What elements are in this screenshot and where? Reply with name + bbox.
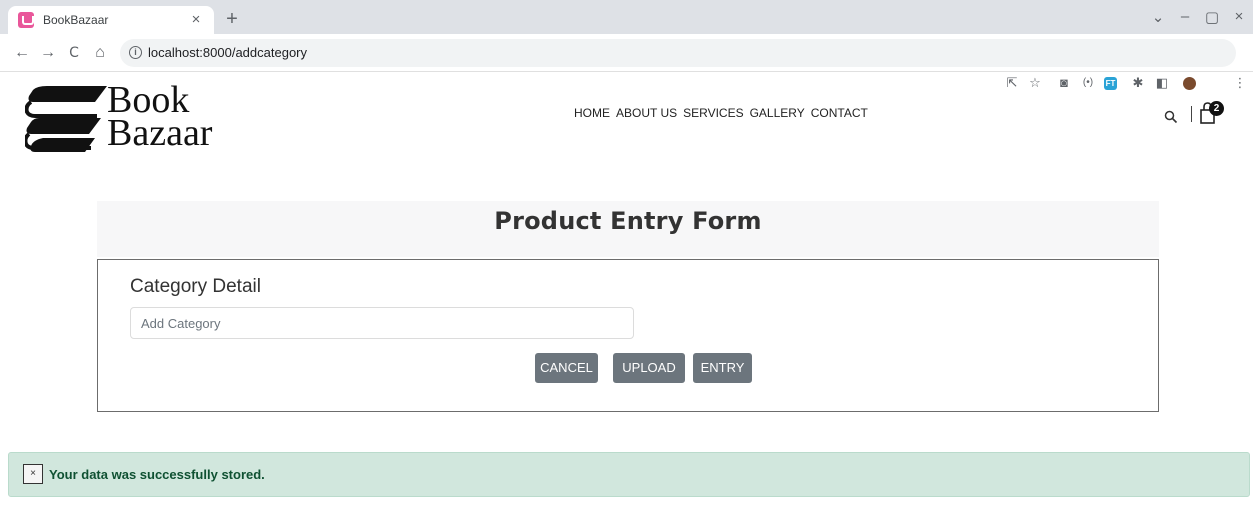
nav-about-us[interactable]: ABOUT US [616, 106, 677, 120]
main-navigation: HOME ABOUT US SERVICES GALLERY CONTACT [574, 106, 868, 120]
profile-avatar-icon[interactable] [1183, 77, 1196, 90]
bookbazaar-favicon-icon [18, 12, 34, 28]
camera-icon[interactable]: ◙ [1056, 75, 1072, 91]
browser-tabstrip: BookBazaar × + ⌄ – ▢ × [0, 0, 1253, 34]
new-tab-button[interactable]: + [220, 9, 244, 31]
share-icon[interactable]: ⇱ [1004, 75, 1020, 91]
tab-search-chevron-icon[interactable]: ⌄ [1147, 8, 1169, 26]
nav-home[interactable]: HOME [574, 106, 610, 120]
browser-tab[interactable]: BookBazaar × [8, 6, 214, 34]
sidepanel-icon[interactable]: ◧ [1154, 75, 1170, 91]
alert-close-button[interactable]: × [23, 464, 43, 484]
podcast-icon[interactable]: (•) [1080, 75, 1096, 91]
nav-gallery[interactable]: GALLERY [750, 106, 805, 120]
star-icon[interactable]: ☆ [1027, 75, 1043, 91]
tab-close-icon[interactable]: × [188, 12, 204, 28]
restore-button[interactable]: ▢ [1201, 8, 1223, 26]
page-title: Product Entry Form [494, 207, 762, 235]
cart-count-badge: 2 [1209, 101, 1224, 116]
category-form: Category Detail CANCEL UPLOAD ENTRY [97, 259, 1159, 412]
nav-divider [1191, 106, 1192, 122]
entry-button[interactable]: ENTRY [693, 353, 752, 383]
category-detail-label: Category Detail [130, 276, 261, 297]
alert-message: Your data was successfully stored. [49, 467, 265, 482]
browser-toolbar: ← → C ⌂ i localhost:8000/addcategory ⇱ ☆… [0, 34, 1253, 90]
minimize-button[interactable]: – [1174, 8, 1196, 25]
bookbazaar-logo[interactable]: Book Bazaar [25, 81, 225, 160]
back-icon[interactable]: ← [12, 43, 32, 63]
home-icon[interactable]: ⌂ [90, 43, 110, 63]
url-text[interactable]: localhost:8000/addcategory [148, 45, 307, 60]
forward-icon[interactable]: → [38, 43, 58, 63]
logo-line-bazaar: Bazaar [107, 112, 213, 154]
ft-extension-icon[interactable]: FT [1104, 77, 1117, 90]
nav-services[interactable]: SERVICES [683, 106, 743, 120]
books-stack-icon [25, 86, 107, 152]
puzzle-icon[interactable]: ✱ [1130, 75, 1146, 91]
form-title-bar: Product Entry Form [97, 201, 1159, 257]
site-info-icon[interactable]: i [129, 46, 142, 59]
menu-dots-icon[interactable]: ⋮ [1232, 75, 1248, 91]
add-category-input[interactable] [130, 307, 634, 339]
cancel-button[interactable]: CANCEL [535, 353, 598, 383]
success-alert: × Your data was successfully stored. [8, 452, 1250, 497]
logo-wordmark: Book Bazaar [107, 81, 213, 154]
search-icon[interactable] [1164, 110, 1178, 124]
reload-icon[interactable]: C [64, 43, 84, 63]
tab-title: BookBazaar [43, 13, 109, 27]
close-window-button[interactable]: × [1228, 8, 1250, 25]
address-bar[interactable]: i localhost:8000/addcategory [120, 39, 1236, 67]
upload-button[interactable]: UPLOAD [613, 353, 685, 383]
nav-contact[interactable]: CONTACT [811, 106, 868, 120]
